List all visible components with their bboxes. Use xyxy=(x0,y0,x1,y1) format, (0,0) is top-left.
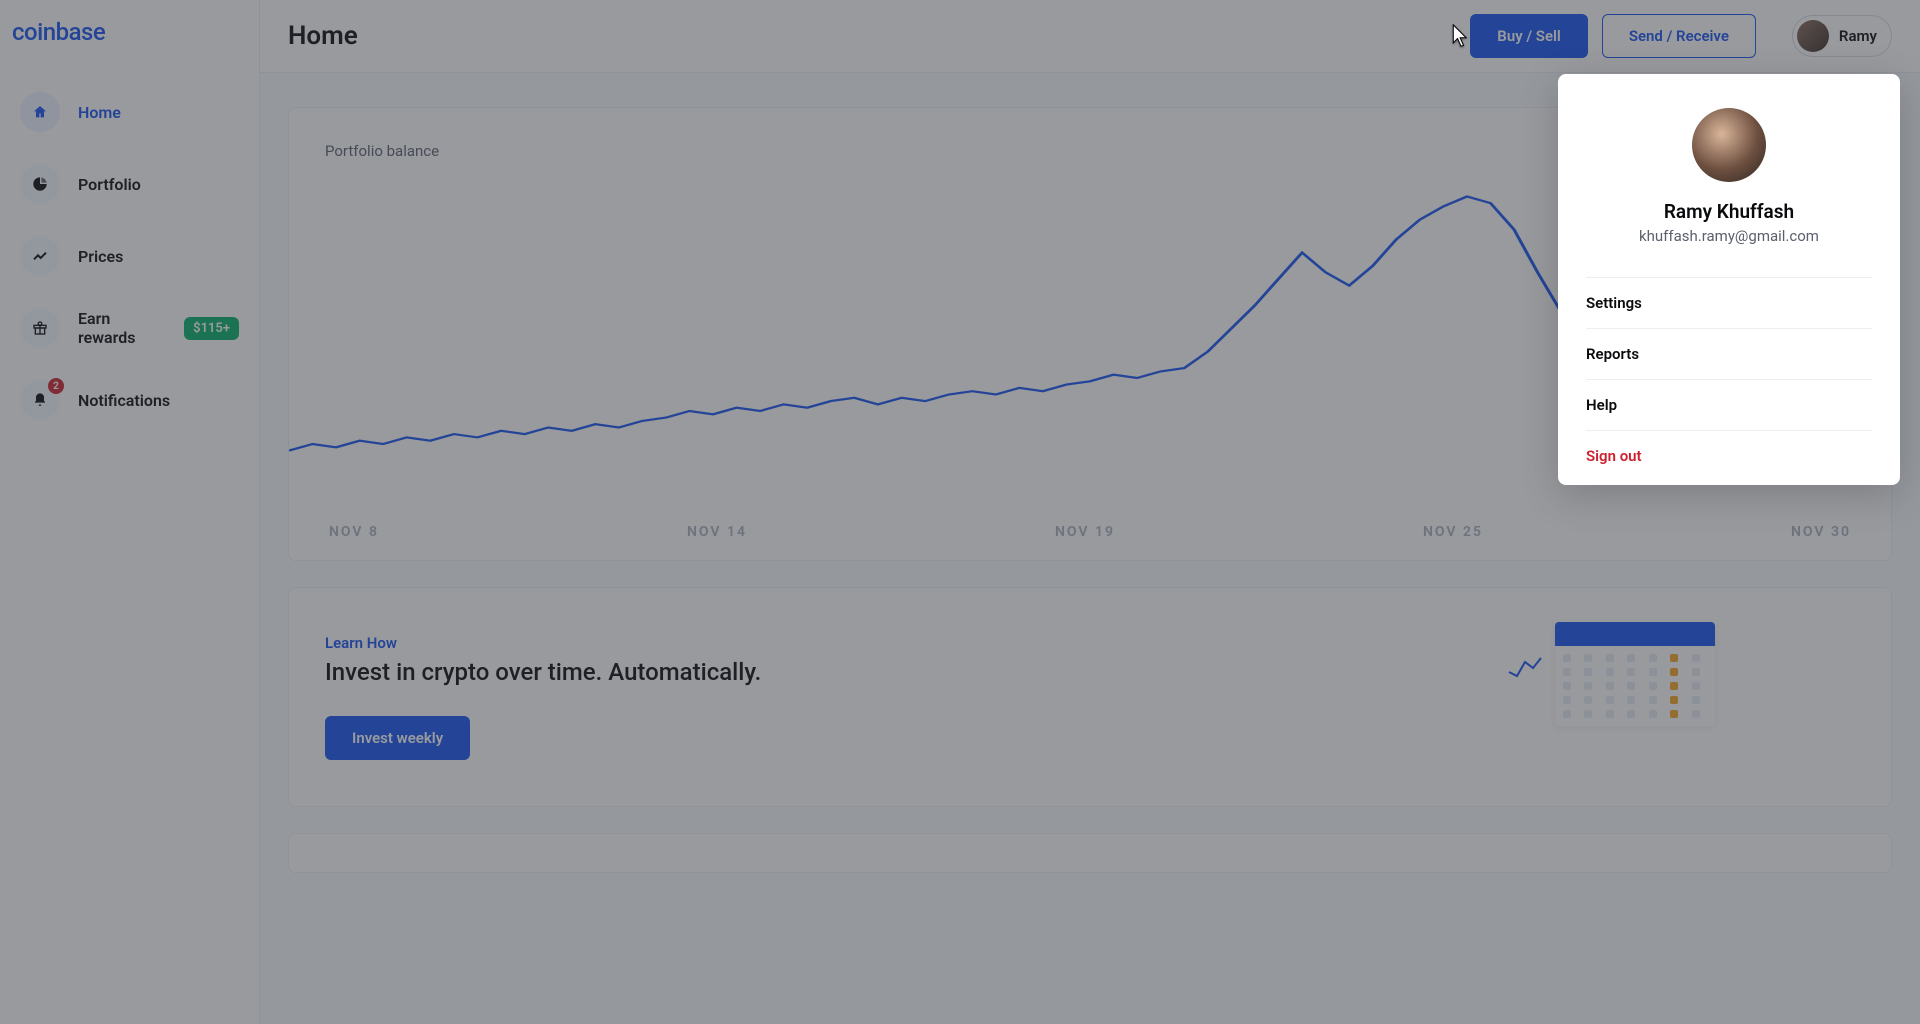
dropdown-item-settings[interactable]: Settings xyxy=(1586,277,1872,328)
dropdown-item-signout[interactable]: Sign out xyxy=(1586,430,1872,481)
dropdown-item-reports[interactable]: Reports xyxy=(1586,328,1872,379)
user-dropdown: Ramy Khuffash khuffash.ramy@gmail.com Se… xyxy=(1558,74,1900,485)
avatar xyxy=(1692,108,1766,182)
dropdown-profile: Ramy Khuffash khuffash.ramy@gmail.com xyxy=(1558,74,1900,273)
dropdown-item-help[interactable]: Help xyxy=(1586,379,1872,430)
dropdown-user-email: khuffash.ramy@gmail.com xyxy=(1639,227,1819,245)
dropdown-user-name: Ramy Khuffash xyxy=(1664,200,1794,223)
